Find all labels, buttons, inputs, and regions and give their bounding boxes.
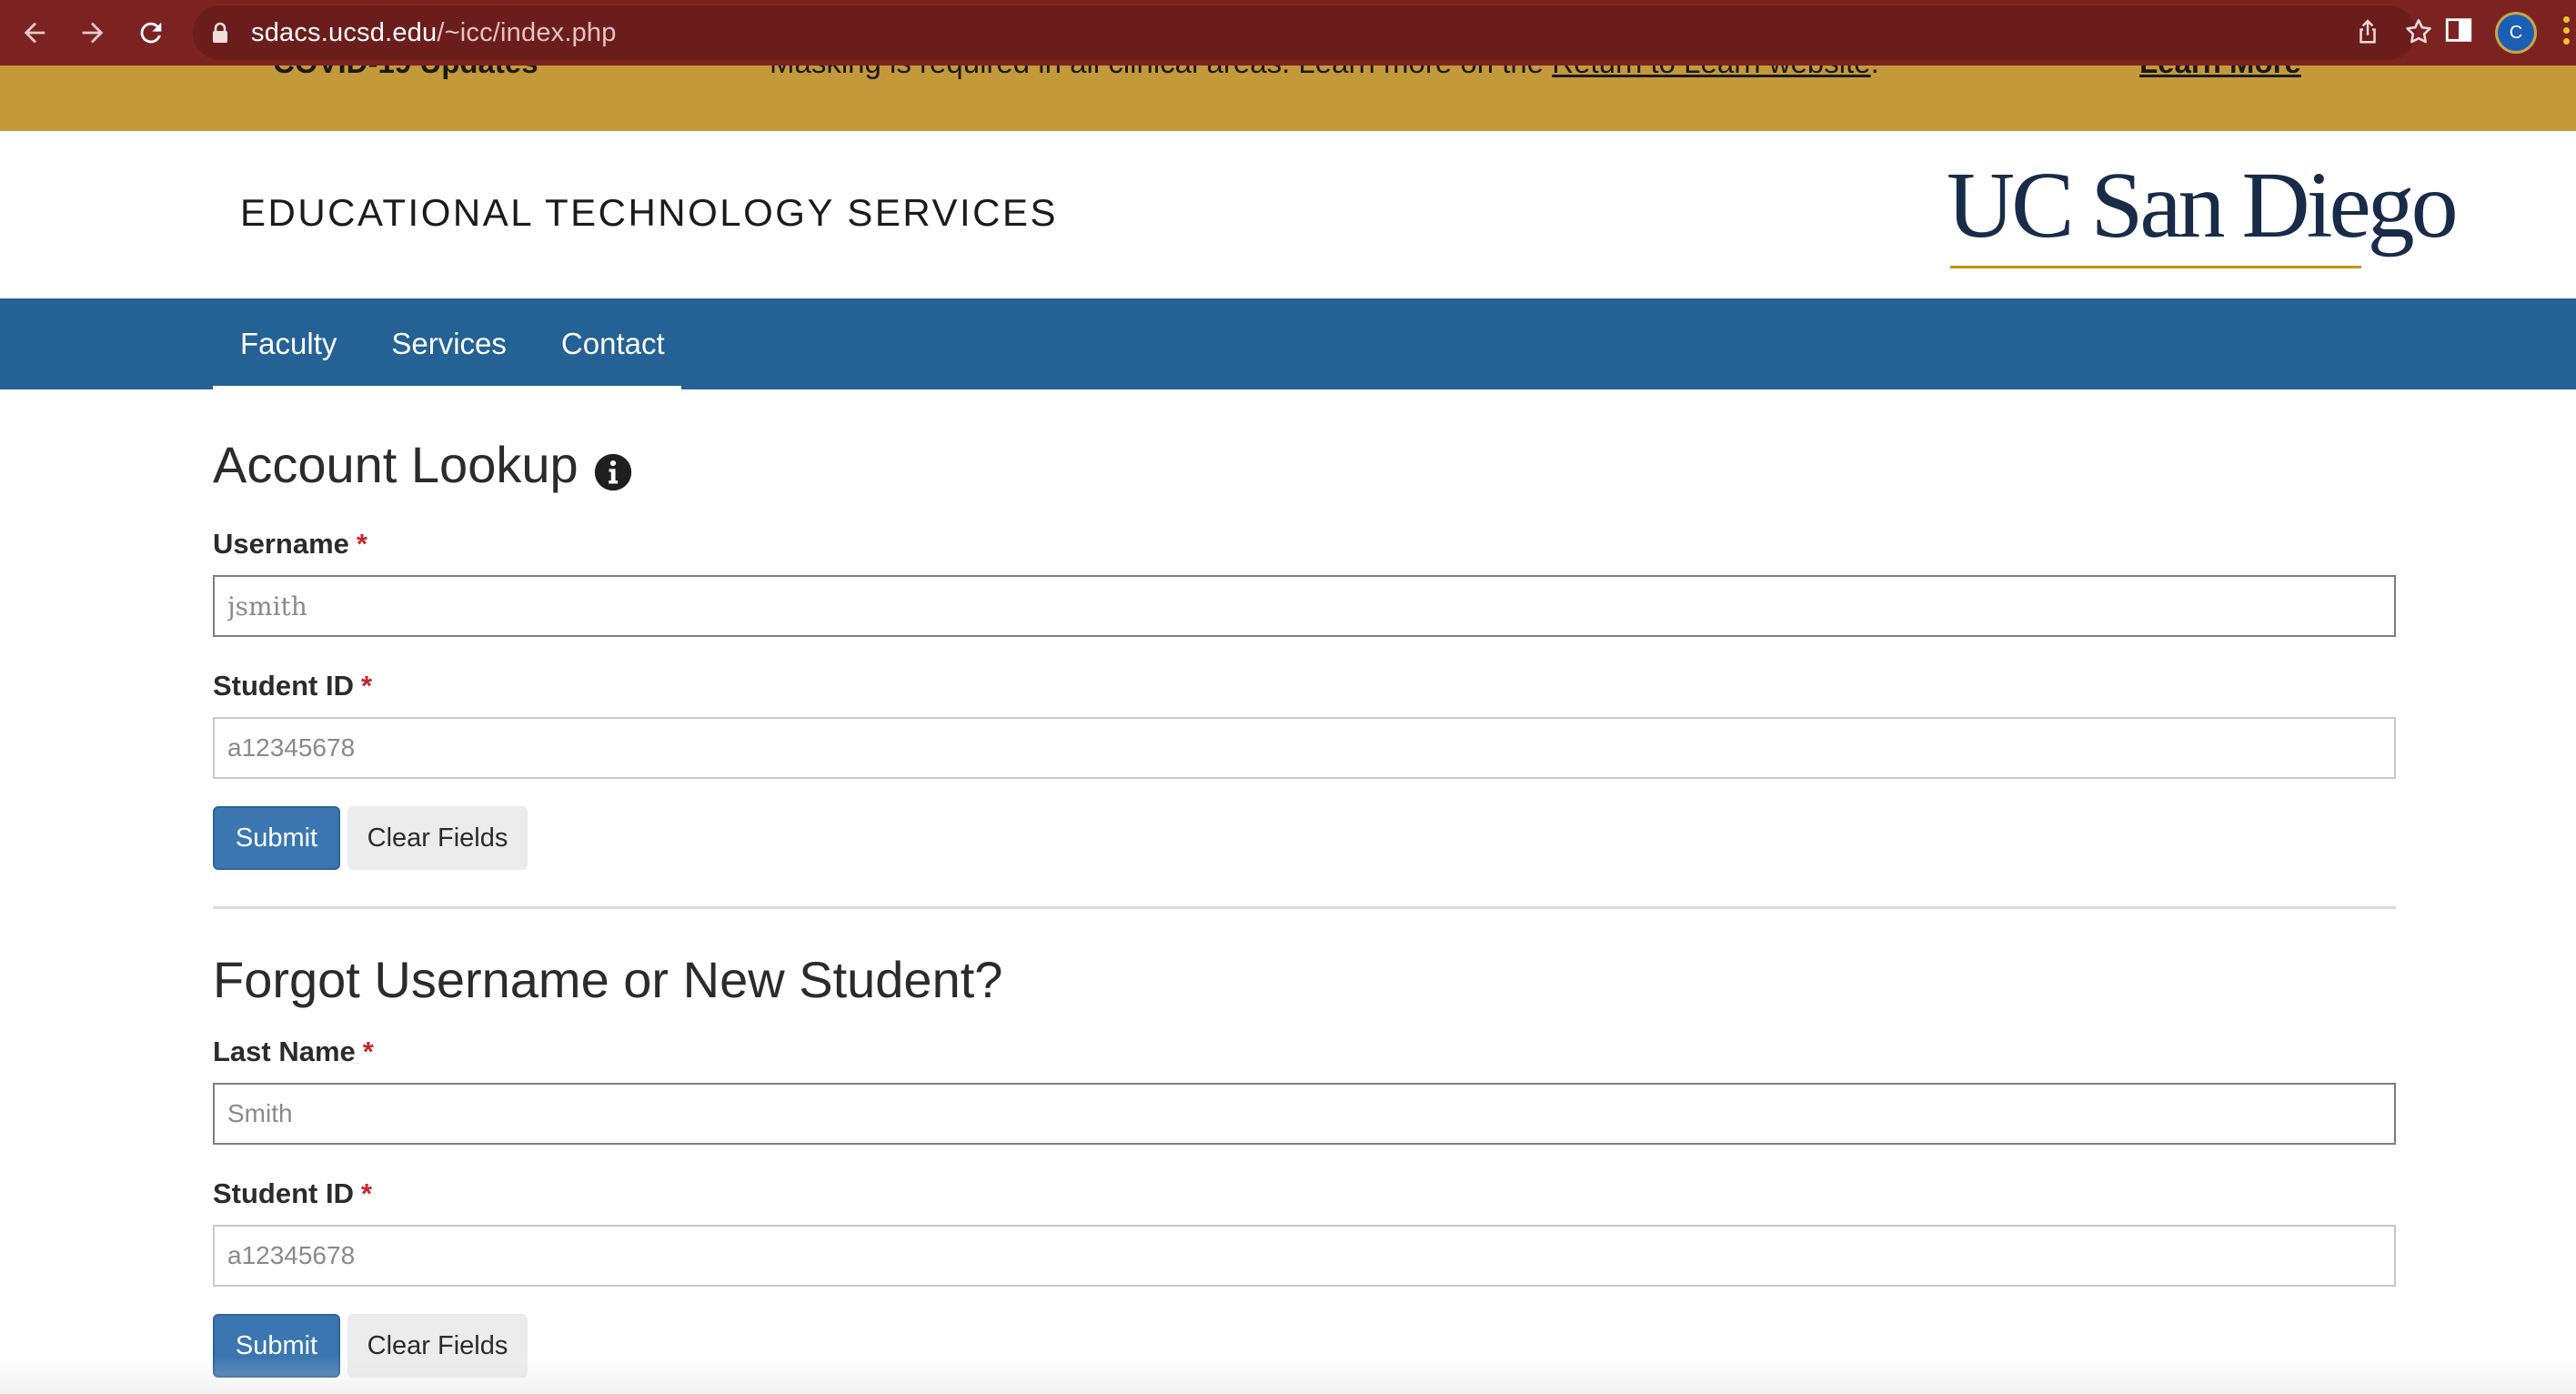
username-label: Username * [213,528,367,560]
banner-title: COVID-19 Updates [273,66,538,80]
page-bottom-shadow [0,1356,2576,1394]
student-id-input-2[interactable] [213,1225,2396,1287]
student-id-label-2: Student ID * [213,1177,373,1209]
nav-item-contact[interactable]: Contact [534,298,692,389]
banner-message: Masking is required in all clinical area… [770,66,1879,80]
submit-button[interactable]: Submit [213,806,340,870]
lock-icon[interactable] [211,22,229,48]
info-icon[interactable] [593,445,633,490]
account-lookup-title: Account Lookup [213,435,633,494]
site-header: EDUCATIONAL TECHNOLOGY SERVICES UC San D… [0,131,2576,298]
share-icon[interactable] [2354,16,2387,49]
student-id-input[interactable] [213,717,2396,779]
clear-fields-button[interactable]: Clear Fields [347,806,528,870]
section-divider [213,906,2396,909]
nav-active-underline [213,386,681,389]
student-id-label: Student ID * [213,670,373,702]
browser-toolbar: sdacs.ucsd.edu/~icc/index.php C [0,0,2576,66]
banner-link[interactable]: Return to Learn website [1552,66,1870,79]
menu-kebab-icon[interactable] [2563,16,2576,53]
url-text[interactable]: sdacs.ucsd.edu/~icc/index.php [251,18,617,48]
username-input[interactable] [213,575,2396,637]
address-bar[interactable]: sdacs.ucsd.edu/~icc/index.php [193,5,2431,60]
profile-avatar[interactable]: C [2498,15,2534,51]
nav-item-faculty[interactable]: Faculty [213,298,364,389]
forgot-username-title: Forgot Username or New Student? [213,951,1003,1008]
alert-banner: COVID-19 Updates Masking is required in … [0,66,2576,131]
forward-icon[interactable] [73,13,113,53]
back-icon[interactable] [15,13,55,53]
nav-item-services[interactable]: Services [364,298,534,389]
main-navigation: Faculty Services Contact [0,298,2576,389]
last-name-label: Last Name * [213,1035,374,1067]
learn-more-link[interactable]: Learn More [2139,66,2301,80]
last-name-input[interactable] [213,1083,2396,1145]
side-panel-icon[interactable] [2443,15,2474,50]
reload-icon[interactable] [131,13,171,53]
ucsd-logo[interactable]: UC San Diego [1947,158,2459,278]
site-name[interactable]: EDUCATIONAL TECHNOLOGY SERVICES [240,191,1058,235]
bookmark-star-icon[interactable] [2403,16,2436,49]
